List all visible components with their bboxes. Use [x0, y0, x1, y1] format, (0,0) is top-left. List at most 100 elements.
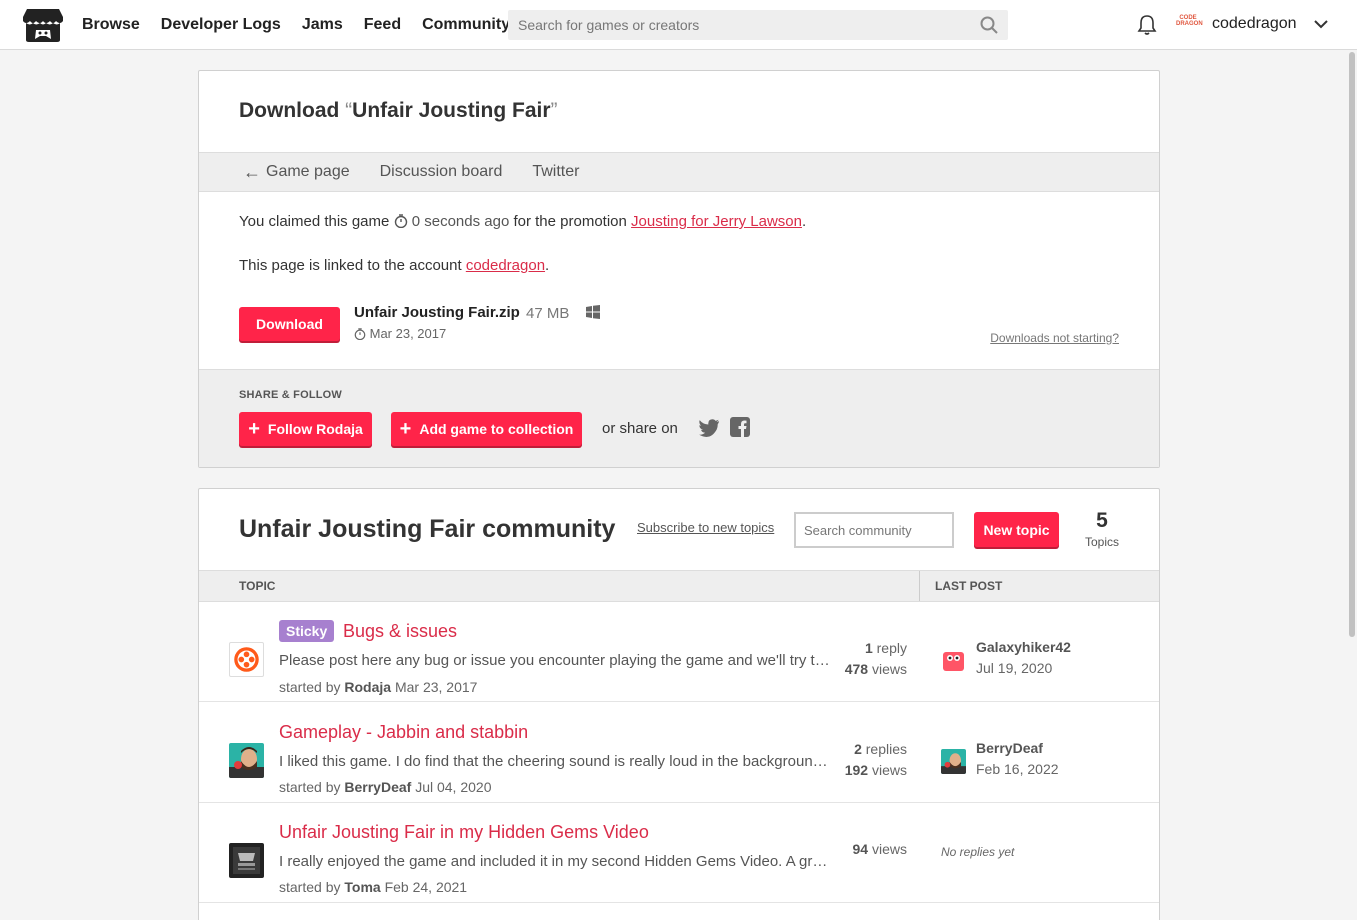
chevron-down-icon[interactable]	[1313, 17, 1329, 31]
add-to-collection-button[interactable]: + Add game to collection	[391, 412, 582, 446]
follow-label: Follow Rodaja	[267, 421, 363, 437]
community-search-input[interactable]	[796, 514, 952, 546]
topic-author[interactable]: Rodaja	[344, 679, 391, 695]
last-post-date: Feb 16, 2022	[976, 761, 1059, 777]
linked-suffix: .	[545, 257, 550, 274]
subscribe-link[interactable]: Subscribe to new topics	[637, 520, 774, 535]
view-count-number: 478	[844, 661, 869, 677]
facebook-icon[interactable]	[730, 417, 750, 437]
site-header: Browse Developer Logs Jams Feed Communit…	[0, 0, 1357, 50]
topic-excerpt: Please post here any bug or issue you en…	[279, 652, 831, 669]
topic-author[interactable]: Toma	[344, 879, 380, 895]
reply-count-label: reply	[876, 640, 907, 656]
author-avatar[interactable]	[229, 642, 264, 677]
twitter-icon[interactable]	[699, 419, 720, 437]
topic-title[interactable]: Unfair Jousting Fair in my Hidden Gems V…	[279, 822, 649, 843]
view-count-label: views	[871, 762, 907, 778]
community-search	[794, 512, 954, 548]
follow-button[interactable]: + Follow Rodaja	[239, 412, 372, 446]
last-poster-name[interactable]: BerryDeaf	[976, 740, 1043, 756]
col-last-post-header: LAST POST	[935, 579, 1003, 593]
share-follow-section: SHARE & FOLLOW + Follow Rodaja + Add game …	[199, 369, 1159, 467]
reply-count-label: replies	[865, 741, 907, 757]
community-title: Unfair Jousting Fair community	[239, 515, 616, 543]
reply-count: 2 replies	[845, 739, 907, 760]
new-topic-button[interactable]: New topic	[974, 512, 1059, 547]
page-scrollbar[interactable]	[1347, 50, 1357, 920]
tab-game-page[interactable]: ← Game page	[243, 162, 350, 183]
title-prefix: Download	[239, 99, 340, 122]
topic-excerpt: I liked this game. I do find that the ch…	[279, 753, 831, 770]
game-title: Unfair Jousting Fair	[352, 99, 551, 122]
topic-excerpt: I really enjoyed the game and included i…	[279, 853, 831, 870]
clock-icon	[354, 328, 366, 340]
title-close-quote: ”	[550, 99, 558, 122]
topic-date: Mar 23, 2017	[394, 679, 478, 695]
username[interactable]: codedragon	[1212, 15, 1297, 33]
topic-title[interactable]: Gameplay - Jabbin and stabbin	[279, 722, 528, 743]
search-input[interactable]	[508, 10, 1008, 40]
plus-icon: +	[248, 418, 260, 440]
nav-community[interactable]: Community	[422, 16, 510, 34]
notifications-bell-icon[interactable]	[1137, 14, 1157, 36]
reply-count-number: 2	[854, 741, 862, 757]
started-by-label: started by	[279, 779, 341, 795]
claim-notice: You claimed this game 0 seconds ago for …	[239, 213, 806, 230]
topic-byline: started by Toma Feb 24, 2021	[279, 879, 467, 895]
topic-row: Sticky Bugs & issues Please post here an…	[199, 602, 1159, 702]
user-avatar[interactable]: CODE DRAGON	[1176, 15, 1203, 33]
sticky-badge: Sticky	[279, 620, 335, 642]
reply-count-number: 1	[864, 640, 873, 656]
file-date-text: Mar 23, 2017	[369, 326, 447, 341]
plus-icon: +	[399, 418, 412, 440]
view-count-number: 94	[852, 841, 869, 857]
topic-stats: 1 reply 478 views	[845, 638, 907, 680]
linked-account-link[interactable]: codedragon	[466, 257, 545, 274]
view-count: 94 views	[853, 839, 907, 860]
file-date: Mar 23, 2017	[354, 326, 446, 341]
author-avatar[interactable]	[229, 743, 264, 778]
view-count-number: 192	[844, 762, 869, 778]
or-share-text: or share on	[602, 420, 678, 437]
topic-stats: 2 replies 192 views	[845, 739, 907, 781]
tab-twitter[interactable]: Twitter	[532, 163, 579, 181]
topic-author[interactable]: BerryDeaf	[344, 779, 411, 795]
view-count-label: views	[871, 841, 907, 857]
topic-title[interactable]: Bugs & issues	[343, 621, 457, 642]
downloads-not-starting-link[interactable]: Downloads not starting?	[990, 331, 1119, 345]
download-button[interactable]: Download	[239, 307, 340, 341]
author-avatar[interactable]	[229, 843, 264, 878]
file-name: Unfair Jousting Fair.zip	[354, 304, 520, 321]
site-search	[508, 10, 1008, 40]
nav-jams[interactable]: Jams	[302, 16, 343, 34]
topic-row: Unfair Jousting Fair in my Hidden Gems V…	[199, 803, 1159, 903]
nav-browse[interactable]: Browse	[82, 16, 140, 34]
claim-time: 0 seconds ago	[411, 213, 510, 230]
claim-prefix: You claimed this game	[239, 213, 390, 230]
clock-icon	[394, 214, 407, 228]
arrow-left-icon: ←	[243, 161, 261, 182]
last-post-date: Jul 19, 2020	[976, 660, 1053, 676]
last-poster-avatar[interactable]	[941, 749, 966, 774]
itchio-logo-icon[interactable]	[23, 7, 63, 43]
promotion-link[interactable]: Jousting for Jerry Lawson	[631, 213, 802, 230]
last-poster-name[interactable]: Galaxyhiker42	[976, 639, 1071, 655]
view-count-label: views	[871, 661, 907, 677]
search-icon[interactable]	[980, 16, 998, 34]
last-poster-avatar[interactable]	[941, 648, 966, 673]
topics-table-header: TOPIC LAST POST	[199, 570, 1159, 602]
view-count: 192 views	[845, 760, 907, 781]
col-topic-header: TOPIC	[239, 579, 276, 593]
topic-byline: started by BerryDeaf Jul 04, 2020	[279, 779, 492, 795]
share-label: SHARE & FOLLOW	[239, 389, 343, 401]
started-by-label: started by	[279, 679, 341, 695]
linked-prefix: This page is linked to the account	[239, 257, 462, 274]
galaxyhiker-avatar-icon	[941, 648, 966, 673]
nav-feed[interactable]: Feed	[364, 16, 401, 34]
toma-avatar-icon	[229, 843, 264, 878]
tab-discussion-board[interactable]: Discussion board	[380, 163, 503, 181]
scrollbar-thumb[interactable]	[1349, 52, 1355, 637]
nav-developer-logs[interactable]: Developer Logs	[161, 16, 281, 34]
topic-date: Feb 24, 2021	[384, 879, 468, 895]
collection-label: Add game to collection	[419, 421, 574, 437]
